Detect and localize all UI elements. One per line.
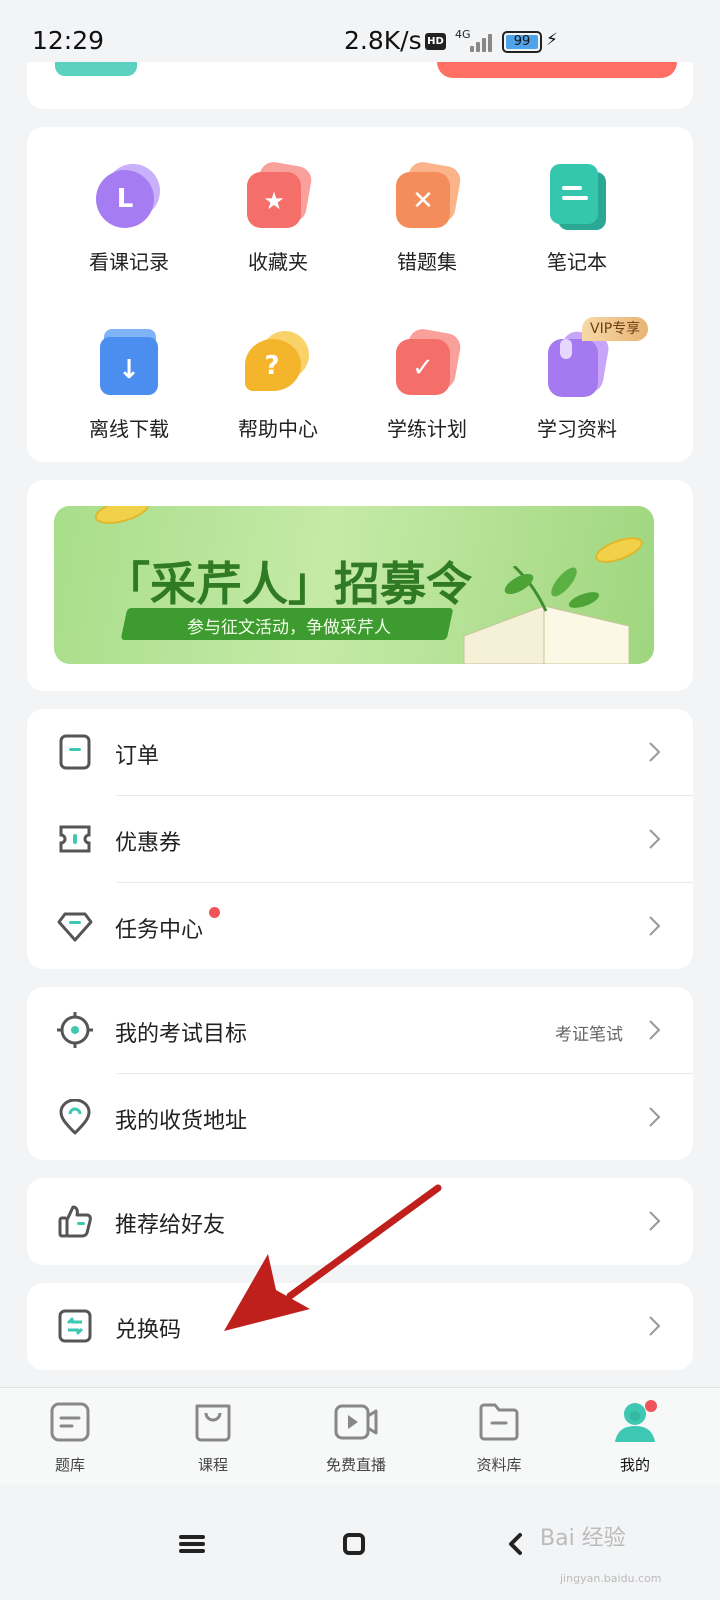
hd-icon: HD xyxy=(425,33,446,50)
promo-banner[interactable]: 「采芹人」招募令 参与征文活动，争做采芹人 xyxy=(54,506,654,664)
top-card-button[interactable] xyxy=(437,62,677,78)
banner-title: 「采芹人」招募令 xyxy=(104,557,472,611)
grid-label: 笔记本 xyxy=(547,250,607,274)
vip-badge: VIP专享 xyxy=(582,317,649,341)
grid-label: 看课记录 xyxy=(89,250,169,274)
chevron-right-icon xyxy=(649,916,661,936)
folder-icon xyxy=(479,1403,519,1441)
grid-label: 学习资料 xyxy=(537,417,617,441)
status-time: 12:29 xyxy=(32,26,105,55)
menu-item-task-center[interactable]: 任务中心 xyxy=(27,883,693,969)
live-video-icon xyxy=(334,1404,378,1440)
tab-label: 课程 xyxy=(197,1456,228,1474)
menu-item-recommend[interactable]: 推荐给好友 xyxy=(27,1178,693,1265)
history-clock-icon: L xyxy=(94,162,164,232)
top-card-deco-icon xyxy=(55,62,137,76)
tab-label: 题库 xyxy=(54,1456,85,1474)
notification-dot xyxy=(645,1400,657,1412)
status-bar: 12:29 2.8K/s HD 4G 99 ⚡ xyxy=(0,0,720,62)
coupon-icon xyxy=(59,825,91,853)
tab-label: 免费直播 xyxy=(325,1456,386,1474)
chevron-right-icon xyxy=(649,1020,661,1040)
top-card-partial xyxy=(27,62,693,109)
menu-item-coupons[interactable]: 优惠券 xyxy=(27,796,693,883)
tab-library[interactable]: 资料库 xyxy=(449,1400,549,1475)
chevron-right-icon xyxy=(649,1211,661,1231)
menu-group-profile: 我的考试目标 考证笔试 我的收货地址 xyxy=(27,987,693,1160)
tab-label: 我的 xyxy=(619,1456,650,1474)
watermark: Bai 经验 xyxy=(540,1526,626,1551)
chevron-right-icon xyxy=(649,1316,661,1336)
task-diamond-icon xyxy=(57,912,93,942)
grid-item-wrong-questions[interactable]: ✕ 错题集 xyxy=(357,159,497,275)
grid-label: 错题集 xyxy=(397,250,457,274)
bottom-tab-bar: 题库 课程 免费直播 资料库 我的 xyxy=(0,1387,720,1484)
menu-item-redeem-code[interactable]: 兑换码 xyxy=(27,1283,693,1370)
chevron-right-icon xyxy=(649,829,661,849)
grid-item-study-materials[interactable]: 学习资料 xyxy=(507,329,647,442)
home-icon[interactable] xyxy=(334,1524,374,1564)
feature-grid: L 看课记录 ★ 收藏夹 ✕ 错题集 笔记本 ↓ 离线下载 ? 帮助中心 ✓ 学… xyxy=(27,127,693,462)
battery-level: 99 xyxy=(506,35,538,49)
menu-icon[interactable] xyxy=(172,1524,212,1564)
status-network-speed: 2.8K/s xyxy=(344,26,422,55)
coin-decoration xyxy=(592,532,646,568)
grid-item-favorites[interactable]: ★ 收藏夹 xyxy=(208,159,348,275)
exam-goal-value: 考证笔试 xyxy=(555,1025,623,1045)
menu-item-orders[interactable]: 订单 xyxy=(27,709,693,796)
menu-item-label: 任务中心 xyxy=(115,918,204,943)
banner-card: 「采芹人」招募令 参与征文活动，争做采芹人 xyxy=(27,480,693,691)
tab-label: 资料库 xyxy=(476,1456,522,1474)
battery-icon: 99 xyxy=(502,31,542,53)
grid-item-offline-download[interactable]: ↓ 离线下载 xyxy=(59,329,199,442)
tab-free-live[interactable]: 免费直播 xyxy=(306,1400,406,1475)
grid-label: 帮助中心 xyxy=(238,417,318,441)
back-icon[interactable] xyxy=(496,1524,536,1564)
signal-icon xyxy=(466,30,496,52)
note-icon xyxy=(542,162,612,232)
grid-label: 收藏夹 xyxy=(248,250,308,274)
menu-item-label: 订单 xyxy=(115,744,160,769)
check-icon: ✓ xyxy=(392,326,463,399)
star-icon: ★ xyxy=(243,159,314,232)
menu-item-address[interactable]: 我的收货地址 xyxy=(27,1074,693,1160)
grid-label: 离线下载 xyxy=(89,417,169,441)
book-plant-illustration xyxy=(463,566,630,664)
banner-subtitle: 参与征文活动，争做采芹人 xyxy=(187,618,391,638)
grid-item-notebook[interactable]: 笔记本 xyxy=(507,162,647,275)
grid-item-study-plan[interactable]: ✓ 学练计划 xyxy=(357,326,497,442)
tab-question-bank[interactable]: 题库 xyxy=(20,1400,120,1475)
menu-item-label: 我的收货地址 xyxy=(115,1109,248,1134)
cross-icon: ✕ xyxy=(392,159,463,232)
thumbs-up-icon xyxy=(58,1205,92,1238)
bag-icon xyxy=(195,1404,231,1442)
menu-group-orders: 订单 优惠券 任务中心 xyxy=(27,709,693,969)
question-bank-icon xyxy=(50,1402,90,1442)
coin-decoration xyxy=(92,506,152,529)
exchange-icon xyxy=(58,1309,92,1343)
location-icon xyxy=(59,1099,91,1135)
tab-courses[interactable]: 课程 xyxy=(163,1400,263,1475)
grid-item-help-center[interactable]: ? 帮助中心 xyxy=(208,329,348,442)
menu-item-label: 优惠券 xyxy=(115,831,182,856)
tab-profile[interactable]: 我的 xyxy=(585,1400,685,1475)
chevron-right-icon xyxy=(649,742,661,762)
notification-dot xyxy=(209,907,220,918)
watermark-url: jingyan.baidu.com xyxy=(560,1572,662,1585)
menu-group-recommend: 推荐给好友 xyxy=(27,1178,693,1265)
target-icon xyxy=(57,1012,93,1048)
menu-item-exam-goal[interactable]: 我的考试目标 考证笔试 xyxy=(27,987,693,1074)
download-icon: ↓ xyxy=(94,329,164,399)
charging-icon: ⚡ xyxy=(546,30,558,50)
grid-label: 学练计划 xyxy=(387,417,467,441)
grid-item-history[interactable]: L 看课记录 xyxy=(59,162,199,275)
order-icon xyxy=(59,734,91,770)
menu-item-label: 兑换码 xyxy=(115,1318,182,1343)
menu-group-redeem: 兑换码 xyxy=(27,1283,693,1370)
help-icon: ? xyxy=(243,329,313,399)
menu-item-label: 我的考试目标 xyxy=(115,1022,248,1047)
chevron-right-icon xyxy=(649,1107,661,1127)
menu-item-label: 推荐给好友 xyxy=(115,1213,226,1238)
